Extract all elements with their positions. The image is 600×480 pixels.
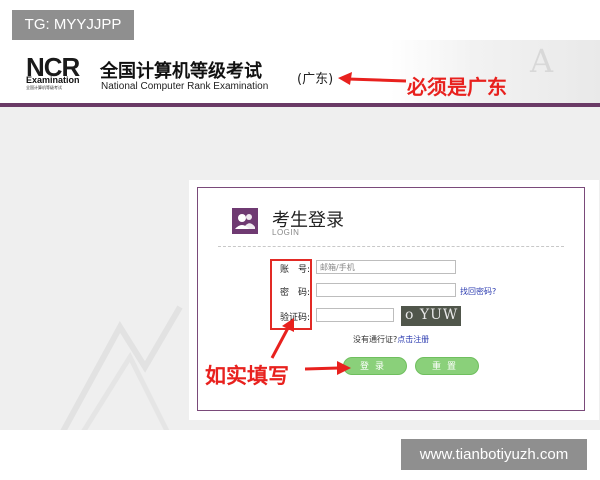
fill-arrow-icon (305, 361, 351, 375)
users-icon (232, 208, 258, 234)
captcha-text: o YUW (405, 307, 459, 323)
site-header: A NCR Examination 全国计算机等级考试 全国计算机等级考试 Na… (0, 40, 600, 103)
account-label: 账 号: (279, 265, 310, 275)
login-button[interactable]: 登录 (343, 357, 407, 375)
logo-small-text: 全国计算机等级考试 (26, 85, 62, 90)
login-divider (218, 246, 564, 247)
fields-arrow-icon (270, 318, 294, 359)
reset-button[interactable]: 重置 (415, 357, 479, 375)
region-annotation: 必须是广东 (407, 75, 507, 99)
account-input[interactable]: 邮箱/手机 (316, 260, 456, 274)
background-mountain-decoration (60, 305, 183, 430)
no-pass-label: 没有通行证? (353, 335, 398, 344)
password-input[interactable] (316, 283, 456, 297)
captcha-input[interactable] (316, 308, 394, 322)
password-label: 密 码: (279, 288, 310, 298)
site-title: 全国计算机等级考试 (100, 61, 262, 82)
captcha-image[interactable]: o YUW (401, 306, 461, 326)
decor-glyph: A (530, 42, 554, 80)
logo-word: Examination (26, 75, 80, 85)
site-watermark: www.tianbotiyuzh.com (401, 439, 587, 470)
tg-watermark: TG: MYYJJPP (12, 10, 134, 40)
no-pass-text: 没有通行证?点击注册 (353, 334, 429, 345)
site-subtitle: National Computer Rank Examination (101, 81, 269, 92)
fill-annotation: 如实填写 (205, 364, 289, 388)
register-link[interactable]: 点击注册 (397, 335, 429, 344)
region-arrow-icon (338, 72, 407, 85)
region-label: (广东) (297, 72, 334, 87)
login-subtitle: LOGIN (272, 228, 300, 237)
ncre-logo: NCR Examination 全国计算机等级考试 (26, 52, 96, 92)
page: TG: MYYJJPP A NCR Examination 全国计算机等级考试 … (0, 0, 600, 480)
forgot-password-link[interactable]: 找回密码? (460, 286, 496, 297)
